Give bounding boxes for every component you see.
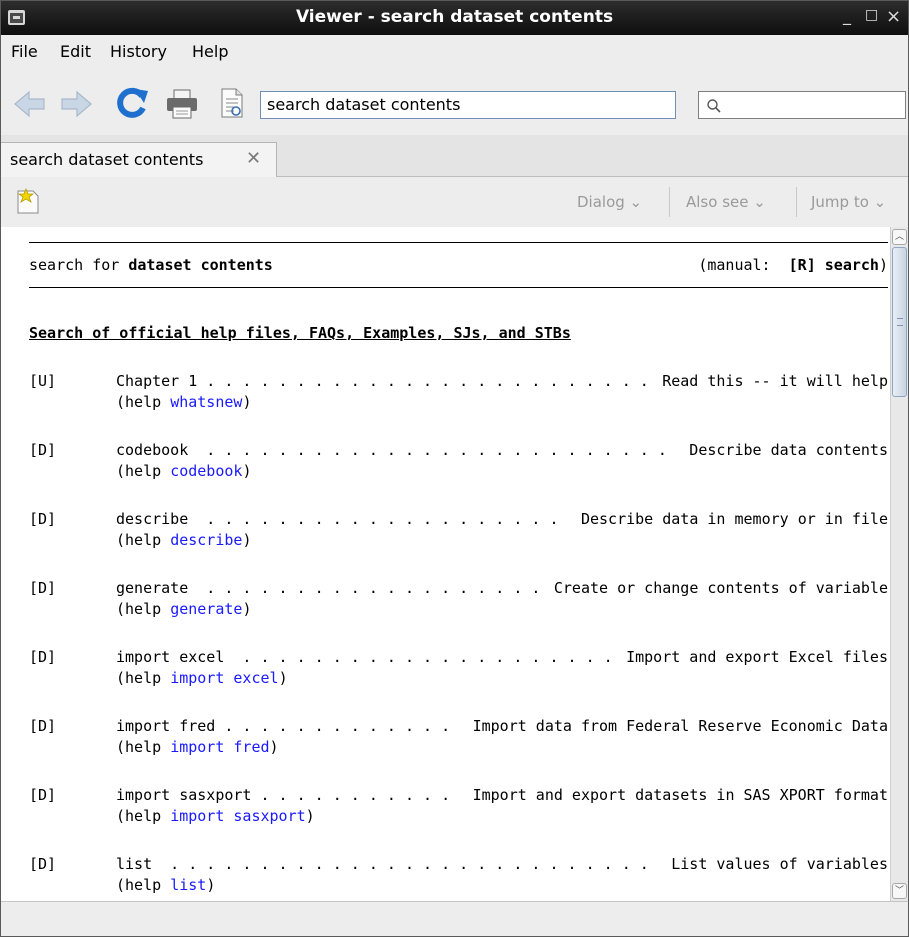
entry-description: Import data from Federal Reserve Economi… (459, 717, 888, 735)
result-entry: [D] . . . . . . . . . . . . . . . . . . … (29, 717, 888, 761)
entry-name: codebook (116, 441, 198, 459)
search-header: search for dataset contents (29, 256, 273, 274)
dialog-dropdown[interactable]: Dialog ⌄ (577, 193, 642, 211)
refresh-icon[interactable] (114, 86, 150, 120)
menu-bar: File Edit History Help (1, 35, 908, 71)
entry-name: describe (116, 510, 198, 528)
entry-manual-tag: [D] (29, 786, 57, 804)
chevron-down-icon: ⌄ (868, 193, 887, 211)
document-icon[interactable] (219, 87, 245, 119)
entry-help-reference: (help generate) (116, 600, 252, 618)
separator (796, 187, 797, 217)
section-title: Search of official help files, FAQs, Exa… (29, 324, 571, 342)
entry-help-reference: (help describe) (116, 531, 252, 549)
help-link[interactable]: import excel (170, 669, 278, 687)
menu-edit[interactable]: Edit (60, 42, 91, 61)
entry-name: generate (116, 579, 198, 597)
viewer-subtoolbar: Dialog ⌄ Also see ⌄ Jump to ⌄ (1, 177, 908, 227)
chevron-down-icon: ⌄ (624, 193, 643, 211)
entry-manual-tag: [D] (29, 855, 57, 873)
menu-help[interactable]: Help (192, 42, 228, 61)
entry-help-reference: (help list) (116, 876, 216, 894)
entry-help-reference: (help codebook) (116, 462, 252, 480)
entry-manual-tag: [D] (29, 510, 57, 528)
entry-help-reference: (help whatsnew) (116, 393, 252, 411)
help-link[interactable]: import fred (170, 738, 269, 756)
entry-help-reference: (help import fred) (116, 738, 279, 756)
scroll-up-arrow[interactable]: ︿ (892, 229, 907, 245)
chevron-down-icon: ⌄ (748, 193, 766, 211)
tab-bar: search dataset contents ✕ (1, 135, 908, 177)
help-link[interactable]: list (170, 876, 206, 894)
entry-description: List values of variables (658, 855, 888, 873)
entry-help-reference: (help import sasxport) (116, 807, 315, 825)
vertical-scrollbar[interactable]: ︿ ﹀ (890, 227, 908, 901)
entry-description: Read this -- it will help (649, 372, 888, 390)
forward-icon[interactable] (59, 89, 93, 119)
help-link[interactable]: generate (170, 600, 242, 618)
result-entry: [D] . . . . . . . . . . . . . . . . . . … (29, 441, 888, 485)
result-entry: [D] . . . . . . . . . . . . . . . . . . … (29, 786, 888, 830)
menu-file[interactable]: File (11, 42, 38, 61)
search-input[interactable] (698, 91, 906, 119)
search-term: dataset contents (128, 256, 273, 274)
help-link[interactable]: codebook (170, 462, 242, 480)
toolbar: search dataset contents (1, 71, 908, 135)
help-link[interactable]: describe (170, 531, 242, 549)
search-icon (707, 99, 721, 113)
back-icon[interactable] (13, 89, 47, 119)
result-entry: [D] . . . . . . . . . . . . . . . . . . … (29, 510, 888, 554)
tab-close-icon[interactable]: ✕ (246, 148, 261, 169)
entry-name: Chapter 1 (116, 372, 207, 390)
separator (669, 187, 670, 217)
result-entry: [D] . . . . . . . . . . . . . . . . . . … (29, 648, 888, 692)
header-rule-top (29, 242, 888, 243)
entry-manual-tag: [U] (29, 372, 57, 390)
result-entry: [D] . . . . . . . . . . . . . . . . . . … (29, 579, 888, 623)
entry-description: Describe data in memory or in file (567, 510, 888, 528)
header-rule-bottom (29, 287, 888, 288)
tab-label: search dataset contents (10, 150, 204, 169)
entry-manual-tag: [D] (29, 441, 57, 459)
status-bar (1, 901, 908, 936)
window-title: Viewer - search dataset contents (295, 7, 614, 27)
title-bar: Viewer - search dataset contents _ □ × (1, 1, 908, 35)
entry-description: Import and export Excel files (613, 648, 888, 666)
scroll-down-arrow[interactable]: ﹀ (892, 883, 907, 899)
menu-history[interactable]: History (110, 42, 167, 61)
help-link[interactable]: import sasxport (170, 807, 305, 825)
viewer-window: Viewer - search dataset contents _ □ × F… (0, 0, 909, 937)
print-icon[interactable] (165, 88, 199, 120)
entry-manual-tag: [D] (29, 579, 57, 597)
manual-reference: (manual: [R] search) (698, 256, 888, 274)
entry-name: import sasxport (116, 786, 261, 804)
help-link[interactable]: whatsnew (170, 393, 242, 411)
minimize-button[interactable]: _ (843, 6, 851, 25)
entry-manual-tag: [D] (29, 717, 57, 735)
also-see-dropdown[interactable]: Also see ⌄ (686, 193, 766, 211)
entry-description: Import and export datasets in SAS XPORT … (459, 786, 888, 804)
entry-description: Create or change contents of variable (540, 579, 888, 597)
entry-description: Describe data contents (676, 441, 888, 459)
help-content: search for dataset contents (manual: [R]… (11, 227, 890, 901)
jump-to-dropdown[interactable]: Jump to ⌄ (811, 193, 886, 211)
new-viewer-icon[interactable] (15, 187, 41, 215)
scroll-thumb[interactable] (892, 247, 907, 397)
result-entry: [D] . . . . . . . . . . . . . . . . . . … (29, 855, 888, 899)
entry-name: import excel (116, 648, 234, 666)
manual-link[interactable]: [R] search (789, 256, 879, 274)
entry-manual-tag: [D] (29, 648, 57, 666)
url-input[interactable]: search dataset contents (260, 91, 676, 119)
result-entry: [U] . . . . . . . . . . . . . . . . . . … (29, 372, 888, 416)
entry-help-reference: (help import excel) (116, 669, 288, 687)
maximize-button[interactable]: □ (865, 7, 878, 23)
close-button[interactable]: × (886, 6, 901, 27)
tab-search-dataset-contents[interactable]: search dataset contents ✕ (1, 142, 277, 177)
entry-name: list (116, 855, 162, 873)
entry-name: import fred (116, 717, 225, 735)
